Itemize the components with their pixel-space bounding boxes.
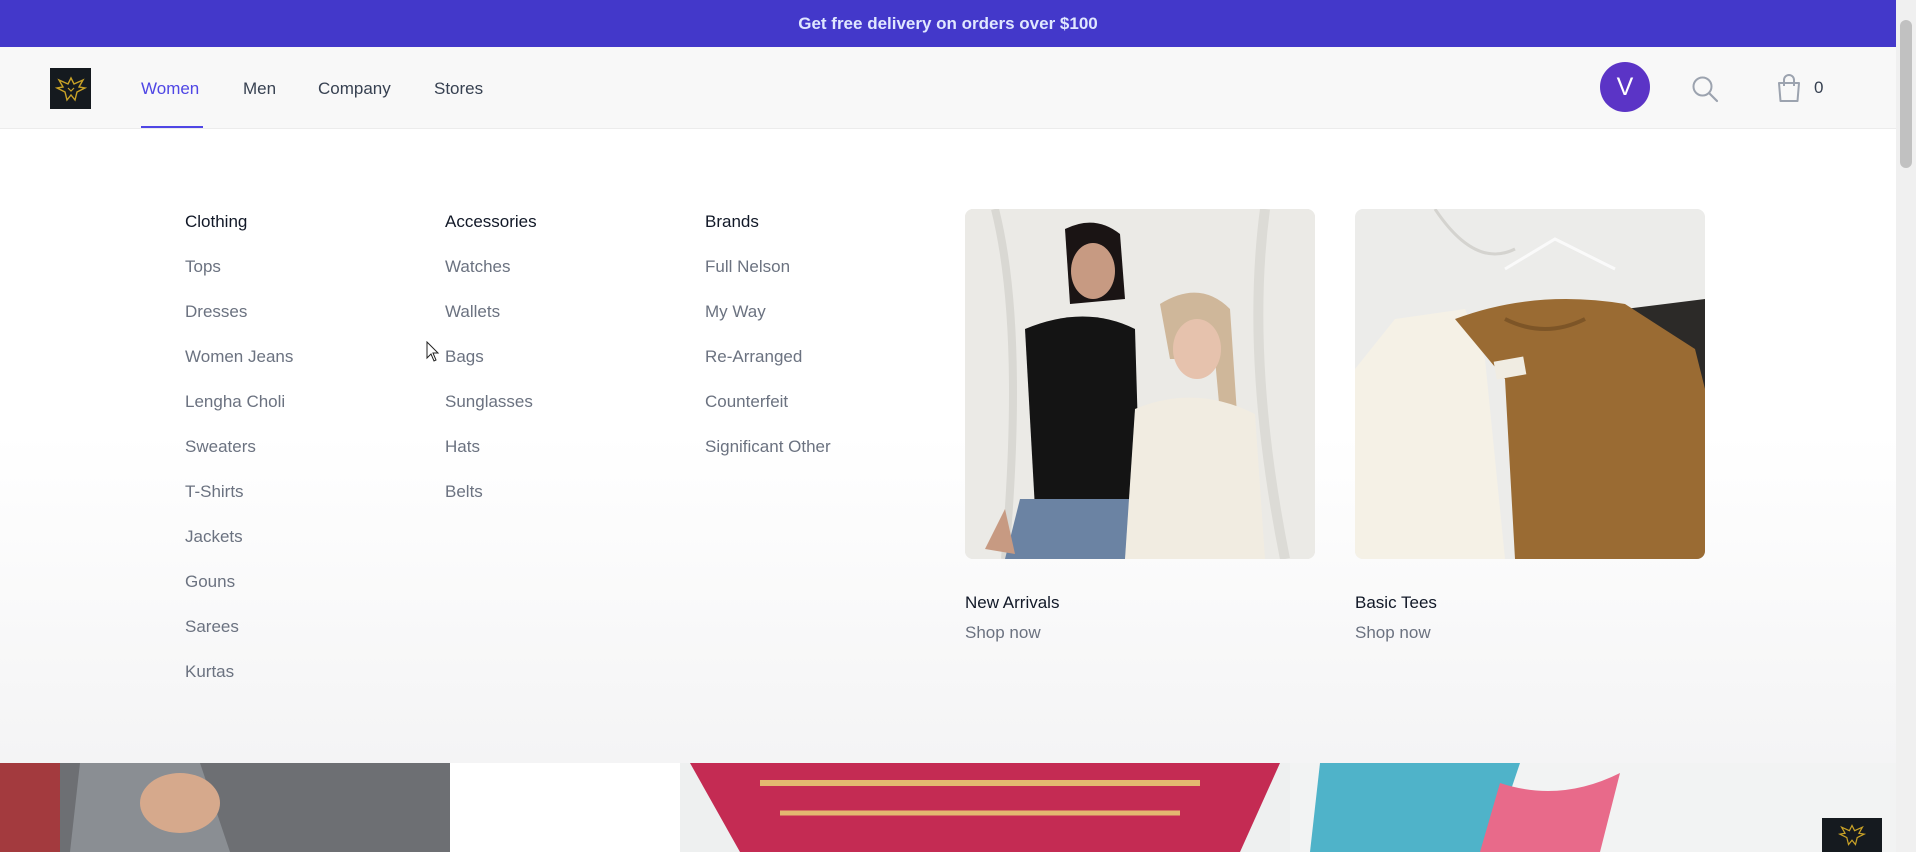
- menu-item-bags[interactable]: Bags: [445, 347, 537, 367]
- shop-now-link[interactable]: Shop now: [1355, 623, 1705, 643]
- menu-item-counterfeit[interactable]: Counterfeit: [705, 392, 831, 412]
- menu-item-tops[interactable]: Tops: [185, 257, 293, 277]
- menu-column-accessories: Accessories Watches Wallets Bags Sunglas…: [445, 212, 537, 527]
- menu-item-my-way[interactable]: My Way: [705, 302, 831, 322]
- menu-item-hats[interactable]: Hats: [445, 437, 537, 457]
- menu-column-brands: Brands Full Nelson My Way Re-Arranged Co…: [705, 212, 831, 482]
- cart-button[interactable]: 0: [1776, 72, 1832, 104]
- feature-title: New Arrivals: [965, 593, 1060, 612]
- floating-logo-icon[interactable]: [1822, 818, 1882, 852]
- promo-banner: Get free delivery on orders over $100: [0, 0, 1896, 47]
- menu-item-significant-other[interactable]: Significant Other: [705, 437, 831, 457]
- basic-tees-image[interactable]: [1355, 209, 1705, 559]
- avatar-initial: V: [1616, 72, 1634, 101]
- menu-item-gouns[interactable]: Gouns: [185, 572, 293, 592]
- menu-item-belts[interactable]: Belts: [445, 482, 537, 502]
- menu-column-clothing: Clothing Tops Dresses Women Jeans Lengha…: [185, 212, 293, 707]
- feature-card-new-arrivals[interactable]: New Arrivals Shop now: [965, 209, 1315, 643]
- mouse-pointer-icon: [426, 341, 440, 362]
- nav-link-men[interactable]: Men: [243, 79, 276, 99]
- nav-link-women[interactable]: Women: [141, 79, 199, 99]
- cart-count: 0: [1814, 78, 1824, 97]
- top-navigation: Women Men Company Stores V 0: [0, 47, 1896, 129]
- promo-text: Get free delivery on orders over $100: [798, 13, 1098, 33]
- menu-item-sunglasses[interactable]: Sunglasses: [445, 392, 537, 412]
- menu-item-t-shirts[interactable]: T-Shirts: [185, 482, 293, 502]
- nav-link-stores[interactable]: Stores: [434, 79, 483, 99]
- user-avatar-button[interactable]: V: [1600, 62, 1650, 112]
- menu-item-sweaters[interactable]: Sweaters: [185, 437, 293, 457]
- column-title: Accessories: [445, 212, 537, 231]
- menu-item-jackets[interactable]: Jackets: [185, 527, 293, 547]
- menu-item-wallets[interactable]: Wallets: [445, 302, 537, 322]
- page-scrollbar[interactable]: [1896, 0, 1916, 852]
- menu-item-full-nelson[interactable]: Full Nelson: [705, 257, 831, 277]
- nav-link-company[interactable]: Company: [318, 79, 391, 99]
- feature-card-basic-tees[interactable]: Basic Tees Shop now: [1355, 209, 1705, 643]
- menu-item-women-jeans[interactable]: Women Jeans: [185, 347, 293, 367]
- search-icon: [1692, 76, 1719, 103]
- women-mega-menu: Clothing Tops Dresses Women Jeans Lengha…: [0, 130, 1896, 763]
- menu-item-watches[interactable]: Watches: [445, 257, 537, 277]
- eagle-logo-icon[interactable]: [50, 68, 91, 109]
- menu-item-re-arranged[interactable]: Re-Arranged: [705, 347, 831, 367]
- column-title: Clothing: [185, 212, 248, 231]
- shopping-bag-icon: [1778, 74, 1800, 102]
- menu-item-kurtas[interactable]: Kurtas: [185, 662, 293, 682]
- new-arrivals-image[interactable]: [965, 209, 1315, 559]
- active-nav-indicator: [141, 126, 203, 128]
- column-title: Brands: [705, 212, 759, 231]
- scrollbar-thumb[interactable]: [1900, 20, 1912, 168]
- search-button[interactable]: [1690, 74, 1720, 104]
- menu-item-lengha-choli[interactable]: Lengha Choli: [185, 392, 293, 412]
- menu-item-sarees[interactable]: Sarees: [185, 617, 293, 637]
- menu-item-dresses[interactable]: Dresses: [185, 302, 293, 322]
- hero-collection-image: [0, 763, 1896, 852]
- feature-title: Basic Tees: [1355, 593, 1437, 612]
- shop-now-link[interactable]: Shop now: [965, 623, 1315, 643]
